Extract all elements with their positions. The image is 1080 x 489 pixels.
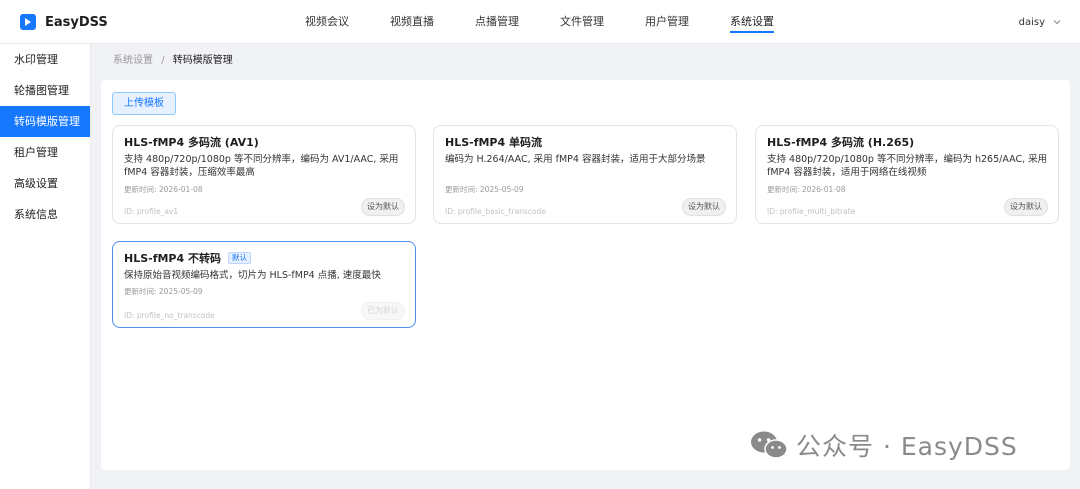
card-title-row: HLS-fMP4 多码流 (H.265) — [767, 134, 914, 150]
brand[interactable]: EasyDSS — [20, 0, 108, 44]
sidebar-item-advanced-settings[interactable]: 高级设置 — [0, 168, 90, 199]
nav-system-settings[interactable]: 系统设置 — [730, 0, 774, 44]
wechat-icon — [751, 431, 788, 459]
set-default-button[interactable]: 设为默认 — [1004, 198, 1048, 216]
watermark: 公众号 · EasyDSS — [749, 427, 1018, 463]
card-updated-time: 更新时间: 2025-05-09 — [124, 287, 203, 296]
default-badge: 默认 — [227, 252, 251, 264]
username: daisy — [1018, 16, 1045, 28]
card-title: HLS-fMP4 单码流 — [445, 136, 542, 149]
card-title: HLS-fMP4 多码流 (AV1) — [124, 136, 259, 149]
nav-user-management[interactable]: 用户管理 — [645, 0, 689, 44]
main-panel: 上传模板 HLS-fMP4 多码流 (AV1) 支持 480p/720p/108… — [101, 80, 1070, 470]
easydss-logo-icon — [20, 14, 36, 30]
card-description: 保持原始音视频编码格式，切片为 HLS-fMP4 点播, 速度最快 — [124, 270, 381, 281]
card-description: 支持 480p/720p/1080p 等不同分辨率，编码为 AV1/AAC, 采… — [124, 154, 399, 178]
chevron-down-icon — [1053, 20, 1061, 25]
card-id: ID: profile_multi_bitrate — [767, 207, 856, 216]
app-name: EasyDSS — [45, 14, 108, 30]
template-card[interactable]: HLS-fMP4 多码流 (AV1) 支持 480p/720p/1080p 等不… — [112, 125, 416, 224]
nav-video-conference[interactable]: 视频会议 — [305, 0, 349, 44]
nav-live-streaming[interactable]: 视频直播 — [390, 0, 434, 44]
already-default-button: 已为默认 — [361, 302, 405, 320]
upload-template-button[interactable]: 上传模板 — [112, 92, 176, 115]
set-default-button[interactable]: 设为默认 — [361, 198, 405, 216]
card-title-row: HLS-fMP4 多码流 (AV1) — [124, 134, 259, 150]
template-card[interactable]: HLS-fMP4 单码流 编码为 H.264/AAC, 采用 fMP4 容器封装… — [433, 125, 737, 224]
sidebar-item-watermark[interactable]: 水印管理 — [0, 44, 90, 75]
top-bar: EasyDSS 视频会议 视频直播 点播管理 文件管理 用户管理 系统设置 da… — [0, 0, 1080, 44]
nav-file-management[interactable]: 文件管理 — [560, 0, 604, 44]
breadcrumb-separator: / — [161, 55, 165, 66]
template-card[interactable]: HLS-fMP4 多码流 (H.265) 支持 480p/720p/1080p … — [755, 125, 1059, 224]
card-id: ID: profile_basic_transcode — [445, 207, 546, 216]
template-card-selected[interactable]: HLS-fMP4 不转码 默认 保持原始音视频编码格式，切片为 HLS-fMP4… — [112, 241, 416, 328]
card-title-row: HLS-fMP4 单码流 — [445, 134, 542, 150]
sidebar-item-system-info[interactable]: 系统信息 — [0, 199, 90, 230]
breadcrumb-parent[interactable]: 系统设置 — [113, 55, 153, 66]
card-title: HLS-fMP4 多码流 (H.265) — [767, 136, 915, 149]
sidebar: 水印管理 轮播图管理 转码模版管理 租户管理 高级设置 系统信息 — [0, 44, 91, 489]
user-menu[interactable]: daisy — [1019, 0, 1061, 44]
watermark-text: 公众号 · EasyDSS — [796, 432, 1018, 461]
breadcrumb: 系统设置 / 转码模版管理 — [113, 52, 233, 70]
breadcrumb-current: 转码模版管理 — [172, 55, 233, 66]
card-id: ID: profile_av1 — [124, 207, 179, 216]
card-updated-time: 更新时间: 2026-01-08 — [124, 185, 203, 194]
card-id: ID: profile_no_transcode — [124, 311, 215, 320]
sidebar-item-tenants[interactable]: 租户管理 — [0, 137, 90, 168]
nav-vod-management[interactable]: 点播管理 — [475, 0, 519, 44]
sidebar-item-transcode-templates[interactable]: 转码模版管理 — [0, 106, 90, 137]
card-updated-time: 更新时间: 2026-01-08 — [767, 185, 846, 194]
set-default-button[interactable]: 设为默认 — [682, 198, 726, 216]
top-nav: 视频会议 视频直播 点播管理 文件管理 用户管理 系统设置 — [305, 0, 774, 44]
card-title: HLS-fMP4 不转码 — [124, 252, 221, 265]
sidebar-item-carousel[interactable]: 轮播图管理 — [0, 75, 90, 106]
card-updated-time: 更新时间: 2025-05-09 — [445, 185, 524, 194]
card-description: 编码为 H.264/AAC, 采用 fMP4 容器封装，适用于大部分场景 — [445, 154, 706, 165]
card-description: 支持 480p/720p/1080p 等不同分辨率，编码为 h265/AAC, … — [767, 154, 1048, 178]
card-title-row: HLS-fMP4 不转码 默认 — [124, 250, 251, 266]
